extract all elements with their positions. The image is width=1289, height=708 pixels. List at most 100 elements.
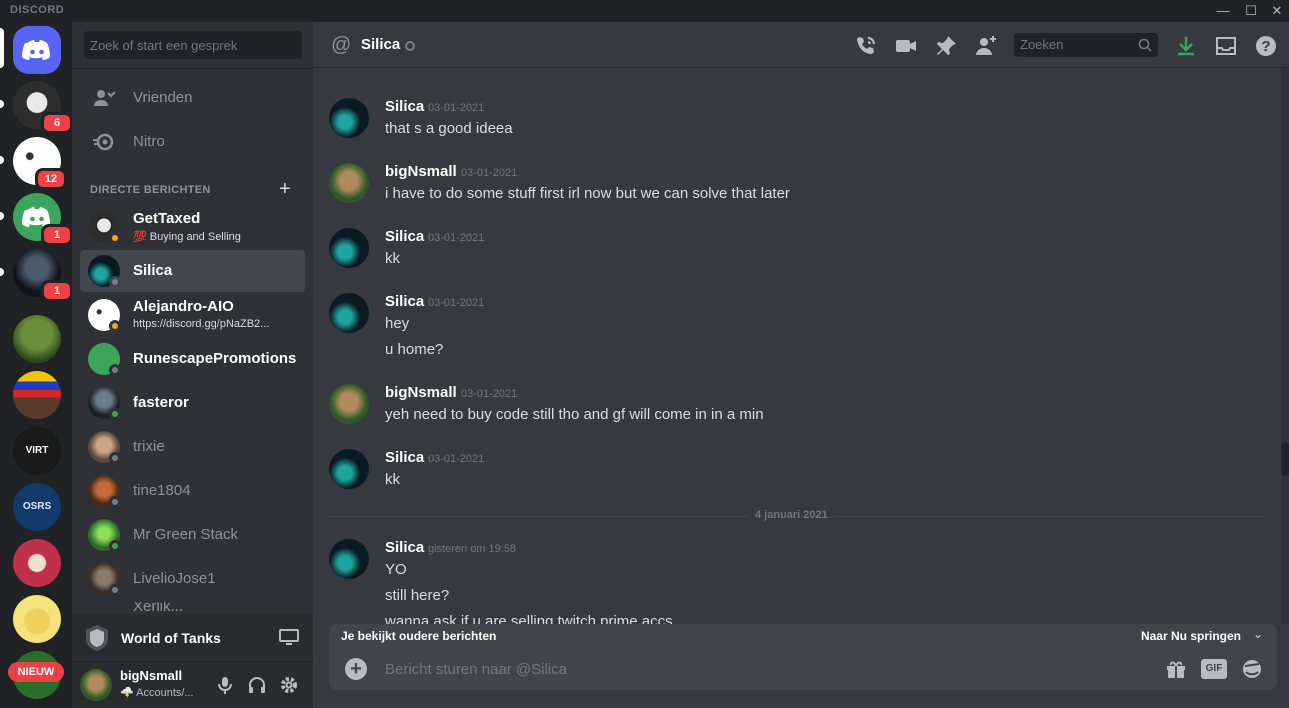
jump-to-present-button[interactable]: Naar Nu springen [1141,629,1241,643]
find-conversation-input[interactable]: Zoek of start een gesprek [84,31,302,59]
clipped-previous-message [385,68,685,74]
nitro-nav-item[interactable]: Nitro [80,122,305,162]
scrollbar-thumb[interactable] [1281,442,1289,476]
avatar[interactable] [329,384,369,424]
message-author[interactable]: bigNsmall [385,163,457,180]
video-call-icon[interactable] [894,34,918,58]
avatar[interactable] [329,98,369,138]
avatar[interactable] [80,669,112,701]
voice-call-icon[interactable] [854,34,878,58]
create-dm-button[interactable]: + [279,179,291,199]
dm-name: Mr Green Stack [133,526,239,543]
unread-pill [0,212,4,220]
dm-activity: 💯 Buying and Selling [133,231,241,243]
status-online-icon [109,408,121,420]
gif-button[interactable]: GIF [1201,659,1227,679]
server-icon-bull[interactable] [13,539,61,587]
dm-item-gettaxed[interactable]: GetTaxed 💯 Buying and Selling [80,206,305,248]
gift-icon[interactable] [1165,658,1187,680]
message-text: still here? [385,587,450,604]
help-icon[interactable]: ? [1254,34,1278,58]
server-icon-comic[interactable] [13,595,61,643]
maximize-button[interactable]: ☐ [1238,2,1264,20]
settings-gear-icon[interactable] [279,675,299,695]
chat-area: @ Silica Zoeken ? Silica 03-01-2021 that… [313,22,1289,708]
emoji-icon[interactable] [1241,658,1263,680]
message-timestamp: gisteren om 19:58 [428,543,517,555]
status-offline-icon [109,276,121,288]
chat-search-input[interactable]: Zoeken [1014,33,1158,57]
stream-screen-icon[interactable] [279,627,299,647]
selected-indicator [0,28,4,68]
message: bigNsmall 03-01-2021 yeh need to buy cod… [329,384,1269,428]
message-author[interactable]: Silica [385,449,424,466]
direct-messages-header: DIRECTE BERICHTEN [90,184,211,196]
server-list: 6 12 1 1 VIRT OSRS [0,22,73,708]
message-author[interactable]: Silica [385,539,424,556]
new-badge[interactable]: NIEUW [8,662,64,682]
dm-item-alejandro[interactable]: Alejandro-AIO https://discord.gg/pNaZB2.… [80,294,305,336]
server-icon-tree[interactable] [13,315,61,363]
message-author[interactable]: bigNsmall [385,384,457,401]
minimize-button[interactable]: — [1210,2,1236,20]
message-timestamp: 03-01-2021 [428,232,485,244]
message-timestamp: 03-01-2021 [428,102,485,114]
headphones-icon[interactable] [247,675,267,695]
pinned-messages-icon[interactable] [934,34,958,58]
download-icon[interactable] [1174,34,1198,58]
message-text: i have to do some stuff first irl now bu… [385,185,790,202]
server-icon-vortex[interactable]: OSRS [13,483,61,531]
nitro-label: Nitro [133,133,165,150]
dm-item-tine1804[interactable]: tine1804 [80,470,305,512]
message-input[interactable] [385,656,1085,682]
dm-item-silica[interactable]: Silica [80,250,305,292]
server-icon-flag[interactable] [13,371,61,419]
scrollbar-track[interactable] [1281,68,1289,624]
app-brand: DISCORD [10,4,65,16]
message-list: Silica 03-01-2021 that s a good ideea bi… [313,68,1279,624]
close-window-button[interactable]: ✕ [1264,2,1289,20]
at-mention-icon: @ [331,34,352,56]
inbox-icon[interactable] [1214,34,1238,58]
avatar[interactable] [329,293,369,333]
status-idle-icon [109,232,121,244]
avatar[interactable] [329,449,369,489]
dm-item-mr-green-stack[interactable]: Mr Green Stack [80,514,305,556]
avatar[interactable] [329,539,369,579]
add-friend-to-dm-icon[interactable] [974,34,998,58]
game-name: World of Tanks [121,630,221,646]
dm-name: trixie [133,438,165,455]
message-text: hey [385,315,410,332]
dm-item-partial[interactable]: Xerlik... [80,602,305,614]
microphone-icon[interactable] [215,675,235,695]
status-online-icon [109,540,121,552]
avatar[interactable] [329,228,369,268]
dm-name: RunescapePromotions [133,350,297,367]
message-text: kk [385,250,400,267]
older-messages-bar[interactable]: Je bekijkt oudere berichten Naar Nu spri… [329,624,1277,648]
server-icon-virt[interactable]: VIRT [13,427,61,475]
chat-header: @ Silica Zoeken ? [313,22,1289,68]
friends-label: Vrienden [133,89,193,106]
unread-pill [0,156,4,164]
message-composer: + GIF [329,648,1277,690]
attach-plus-icon[interactable]: + [345,658,367,680]
dm-item-fasteror[interactable]: fasteror [80,382,305,424]
dm-item-trixie[interactable]: trixie [80,426,305,468]
home-button[interactable] [13,26,61,74]
dm-item-runescapepromotions[interactable]: RunescapePromotions [80,338,305,380]
message-author[interactable]: Silica [385,293,424,310]
message: Silica 03-01-2021 that s a good ideea [329,98,1269,142]
dm-name: Alejandro-AIO [133,298,234,315]
message-text: kk [385,471,400,488]
dm-name: GetTaxed [133,210,201,227]
friends-nav-item[interactable]: Vrienden [80,78,305,118]
channel-title: Silica [361,36,401,53]
mention-badge: 1 [41,224,73,246]
avatar[interactable] [329,163,369,203]
message-author[interactable]: Silica [385,228,424,245]
dm-item-liveliojose1[interactable]: LivelioJose1 [80,558,305,600]
message-author[interactable]: Silica [385,98,424,115]
message-timestamp: 03-01-2021 [461,167,518,179]
message-text: YO [385,561,407,578]
